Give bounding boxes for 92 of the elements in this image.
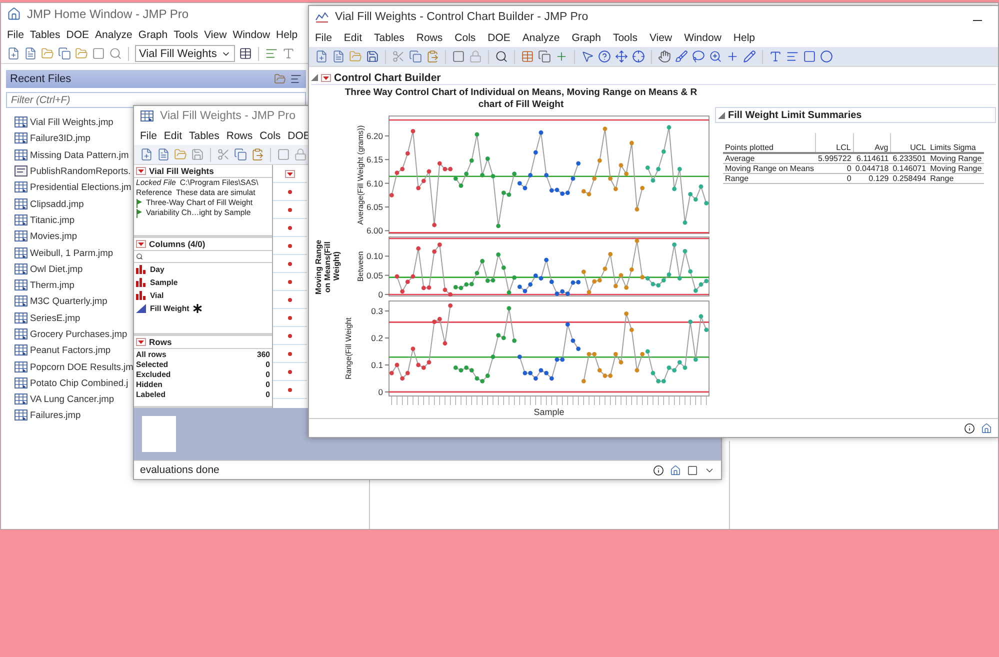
table-cell: 5.995722 (816, 153, 854, 164)
recent-file-item[interactable]: M3C Quarterly.jmp (14, 293, 108, 310)
menu-item[interactable]: Window (232, 28, 270, 40)
table-cell: Range (723, 174, 816, 184)
table-cell: 0.044718 (853, 164, 891, 174)
report-title: Fill Weight Limit Summaries (728, 110, 862, 120)
recent-file-item[interactable]: Peanut Factors.jmp (14, 342, 111, 358)
recent-file-item[interactable]: Failure3ID.jmp (14, 130, 90, 147)
menu-item[interactable]: Analyze (95, 28, 132, 40)
menu-item[interactable]: Cols (260, 130, 281, 142)
menu-item[interactable]: Tables (189, 130, 220, 142)
menu-item[interactable]: Analyze (522, 32, 560, 44)
menu-item[interactable]: DOE (66, 28, 90, 40)
window-title: Vial Fill Weights - JMP Pro (160, 110, 296, 122)
table-cell: Moving Range (928, 164, 984, 174)
menu-item[interactable]: Edit (344, 32, 362, 44)
menu-item[interactable]: Rows (416, 32, 443, 44)
recent-file-item[interactable]: Missing Data Pattern.jm (14, 146, 129, 163)
menu-item[interactable]: Window (684, 32, 722, 44)
panel-title: Rows (149, 337, 172, 347)
column-header: Limits Sigma (928, 133, 984, 153)
column-header: Avg (853, 133, 891, 153)
recent-file-item[interactable]: Therm.jmp (14, 276, 74, 294)
menu-item[interactable]: DOE (288, 130, 310, 142)
table-dropdown[interactable]: Vial Fill Weights (135, 45, 235, 62)
menu-item[interactable]: File (140, 130, 157, 142)
table-cell: 0.258494 (890, 174, 928, 184)
status-text: evaluations done (140, 464, 220, 476)
recent-file-item[interactable]: Clipsadd.jmp (14, 195, 84, 212)
tick-label: 0.2 (371, 332, 383, 343)
menu-item[interactable]: View (204, 28, 227, 40)
menu-item[interactable]: File (315, 32, 332, 44)
axis-title: Sample (534, 406, 564, 417)
tick-label: 6.15 (366, 154, 383, 165)
menu-item[interactable]: Tables (374, 32, 404, 44)
table-cell: 6.114611 (853, 153, 891, 164)
menu-item[interactable]: Rows (226, 130, 253, 142)
recent-file-item[interactable]: Failures.jmp (14, 407, 81, 424)
table-cell: 0.146071 (890, 164, 928, 174)
menu-item[interactable]: Tools (612, 32, 638, 44)
tick-label: 0.3 (371, 306, 383, 316)
menu-item[interactable]: View (649, 32, 672, 44)
table-cell: Moving Range on Means (723, 164, 816, 174)
group-axis-title: Moving Range on Means(Fill Weight) (314, 240, 341, 294)
tick-label: 6.05 (366, 202, 383, 212)
table-cell: 0 (816, 174, 854, 184)
column-header: Points plotted (723, 133, 816, 153)
table-cell: Range (928, 174, 984, 184)
window-title: JMP Home Window - JMP Pro (27, 7, 189, 21)
menu-item[interactable]: Help (733, 32, 756, 44)
menu-item[interactable]: Edit (164, 130, 182, 142)
table-cell: Moving Range (928, 153, 984, 164)
table-cell: 0 (816, 164, 854, 174)
tick-label: 6.00 (366, 226, 383, 234)
recent-file-item[interactable]: Titanic.jmp (14, 212, 75, 228)
recent-file-item[interactable]: Potato Chip Combined.j (14, 374, 128, 392)
recent-file-item[interactable]: SeriesE.jmp (14, 310, 80, 326)
menu-item[interactable]: File (7, 28, 24, 40)
menu-item[interactable]: Tools (174, 28, 198, 40)
menu-item[interactable]: Graph (572, 32, 601, 44)
tick-label: 0.05 (366, 270, 383, 280)
panel-title: Vial Fill Weights (149, 166, 214, 176)
column-header: LCL (816, 133, 854, 153)
tick-label: 0.1 (371, 360, 383, 370)
recent-file-item[interactable]: Popcorn DOE Results.jm (14, 358, 134, 375)
menu-item[interactable]: Graph (138, 28, 168, 40)
tick-label: 0 (378, 386, 383, 397)
recent-file-item[interactable]: Grocery Purchases.jmp (14, 326, 128, 342)
recent-file-item[interactable]: Vial Fill Weights.jmp (14, 114, 114, 130)
recent-file-item[interactable]: Owl Diet.jmp (14, 260, 83, 277)
tick-label: 6.20 (366, 130, 383, 141)
tick-label: 6.10 (366, 178, 383, 188)
recent-file-item[interactable]: PublishRandomReports. (14, 162, 131, 180)
tick-label: 0 (378, 289, 383, 298)
recent-file-item[interactable]: Weibull, 1 Parm.jmp (14, 244, 114, 261)
recent-file-item[interactable]: Movies.jmp (14, 228, 78, 244)
chart-title: Three Way Control Chart of Individual on Means, Moving Range on Means & R chart of Fill Weight (344, 87, 698, 111)
menu-item[interactable]: DOE (488, 32, 510, 44)
menu-item[interactable]: Help (276, 28, 298, 40)
panel-title: Columns (4/0) (149, 239, 206, 249)
report-title: Control Chart Builder (334, 72, 441, 84)
panel-title: Recent Files (10, 73, 72, 85)
column-header: UCL (890, 133, 928, 153)
recent-file-item[interactable]: Presidential Elections.jm (14, 179, 132, 196)
table-cell: 0.129 (853, 174, 891, 184)
table-cell: 6.233501 (890, 153, 928, 164)
window-title: Vial Fill Weights - Control Chart Builder - JMP Pro (335, 11, 588, 23)
menu-item[interactable]: Cols (454, 32, 476, 44)
tick-label: 0.10 (366, 251, 383, 262)
menu-item[interactable]: Tables (30, 28, 60, 40)
recent-file-item[interactable]: VA Lung Cancer.jmp (14, 391, 114, 408)
table-cell: Average (723, 153, 816, 164)
